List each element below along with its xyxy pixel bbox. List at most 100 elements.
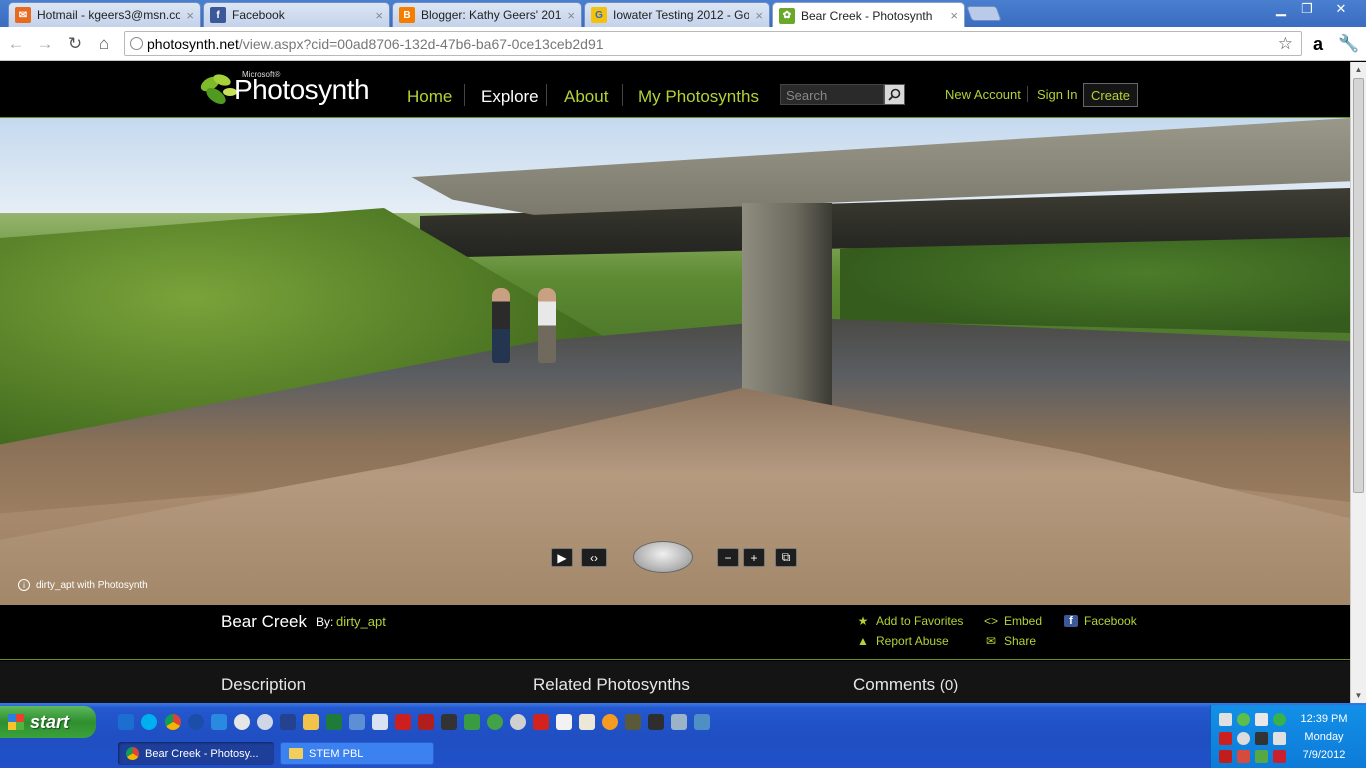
search-button[interactable] (884, 84, 905, 105)
tab-hotmail[interactable]: ✉ Hotmail - kgeers3@msn.com × (8, 2, 201, 27)
media-player-quicklaunch-icon[interactable] (234, 714, 250, 730)
add-to-favorites-link[interactable]: ★ Add to Favorites (856, 614, 964, 628)
page-scrollbar[interactable]: ▲ ▼ (1350, 62, 1366, 703)
start-button[interactable]: start (0, 706, 96, 738)
navigation-disc[interactable] (633, 541, 693, 573)
taskbar-window-stem-pbl[interactable]: STEM PBL (280, 742, 434, 765)
minimize-icon[interactable]: ▁ (1268, 0, 1294, 18)
mcafee-alt-quicklaunch-icon[interactable] (418, 714, 434, 730)
outlook-quicklaunch-icon[interactable] (303, 714, 319, 730)
update-tray-icon[interactable] (1237, 750, 1250, 763)
close-window-icon[interactable]: ✕ (1326, 0, 1356, 18)
new-account-link[interactable]: New Account (945, 87, 1021, 102)
close-tab-icon[interactable]: × (186, 8, 194, 23)
acrobat-quicklaunch-icon[interactable] (533, 714, 549, 730)
reload-icon[interactable]: ↻ (63, 33, 87, 55)
photosynth-icon: ✿ (779, 7, 795, 24)
settings-tray-icon[interactable] (1237, 732, 1250, 745)
tray-app-icon[interactable] (1255, 713, 1268, 726)
screen: ✉ Hotmail - kgeers3@msn.com × f Facebook… (0, 0, 1366, 768)
app7-quicklaunch-icon[interactable] (694, 714, 710, 730)
report-abuse-link[interactable]: ▲ Report Abuse (856, 634, 949, 648)
taskbar-window-photosynth[interactable]: Bear Creek - Photosy... (118, 742, 274, 765)
embed-link[interactable]: <> Embed (984, 614, 1042, 628)
nav-about[interactable]: About (564, 87, 608, 107)
display-tray-icon[interactable] (1255, 732, 1268, 745)
itunes-quicklaunch-icon[interactable] (510, 714, 526, 730)
search-icon (888, 88, 901, 101)
bookmark-star-icon[interactable]: ☆ (1278, 34, 1293, 54)
scroll-down-icon[interactable]: ▼ (1351, 688, 1366, 703)
network-icon[interactable] (1219, 713, 1232, 726)
report-abuse-label: Report Abuse (876, 634, 949, 648)
chrome-quicklaunch-icon[interactable] (165, 714, 181, 730)
restore-icon[interactable]: ❐ (1294, 0, 1320, 18)
app6-quicklaunch-icon[interactable] (671, 714, 687, 730)
messenger-quicklaunch-icon[interactable] (257, 714, 273, 730)
fullscreen-button[interactable]: ⧉ (775, 548, 797, 567)
app5-quicklaunch-icon[interactable] (648, 714, 664, 730)
search-input[interactable]: Search (780, 84, 884, 105)
app-quicklaunch-icon[interactable] (280, 714, 296, 730)
mcafee-quicklaunch-icon[interactable] (395, 714, 411, 730)
nav-my-photosynths[interactable]: My Photosynths (638, 87, 759, 107)
close-tab-icon[interactable]: × (567, 8, 575, 23)
app2-quicklaunch-icon[interactable] (464, 714, 480, 730)
new-tab-button[interactable] (966, 6, 1002, 21)
start-label: start (30, 711, 70, 732)
address-bar[interactable]: photosynth.net/view.aspx?cid=00ad8706-13… (124, 31, 1302, 56)
ie-alt-quicklaunch-icon[interactable] (211, 714, 227, 730)
shield-tray-icon[interactable] (1219, 750, 1232, 763)
games-quicklaunch-icon[interactable] (602, 714, 618, 730)
battery-tray-icon[interactable] (1255, 750, 1268, 763)
publisher-quicklaunch-icon[interactable] (349, 714, 365, 730)
info-icon[interactable]: i (18, 579, 30, 591)
zoom-out-button[interactable]: − (717, 548, 739, 567)
photosynth-viewer[interactable] (0, 118, 1350, 605)
tab-iowater[interactable]: G Iowater Testing 2012 - Googl × (584, 2, 770, 27)
nav-home[interactable]: Home (407, 87, 452, 107)
app4-quicklaunch-icon[interactable] (625, 714, 641, 730)
app3-quicklaunch-icon[interactable] (487, 714, 503, 730)
home-icon[interactable]: ⌂ (92, 33, 116, 55)
wrench-menu-icon[interactable]: 🔧 (1337, 33, 1361, 55)
close-tab-icon[interactable]: × (755, 8, 763, 23)
sign-in-link[interactable]: Sign In (1037, 87, 1077, 102)
embed-view-button[interactable]: ‹› (581, 548, 607, 567)
printer-tray-icon[interactable] (1273, 732, 1286, 745)
back-icon[interactable]: ← (4, 33, 28, 55)
forward-icon[interactable]: → (33, 33, 57, 55)
viewer-person (492, 288, 510, 363)
share-link[interactable]: ✉ Share (984, 634, 1036, 648)
clock-time[interactable]: 12:39 PM (1292, 713, 1356, 725)
browser-toolbar: ← → ↻ ⌂ photosynth.net/view.aspx?cid=00a… (0, 27, 1366, 61)
ie-quicklaunch-icon[interactable] (118, 714, 134, 730)
create-button[interactable]: Create (1083, 83, 1138, 107)
synth-author-link[interactable]: dirty_apt (336, 614, 386, 629)
excel-quicklaunch-icon[interactable] (326, 714, 342, 730)
skype-quicklaunch-icon[interactable] (141, 714, 157, 730)
amazon-extension-icon[interactable]: a (1306, 33, 1330, 55)
firefox-quicklaunch-icon[interactable] (188, 714, 204, 730)
pdf-quicklaunch-icon[interactable] (556, 714, 572, 730)
nav-explore[interactable]: Explore (481, 87, 539, 107)
close-tab-icon[interactable]: × (375, 8, 383, 23)
mcafee-tray-icon[interactable] (1219, 732, 1232, 745)
photosynth-logo[interactable]: Microsoft® Photosynth (196, 66, 376, 112)
scroll-up-icon[interactable]: ▲ (1351, 62, 1366, 77)
volume-tray-icon[interactable] (1273, 750, 1286, 763)
writer-quicklaunch-icon[interactable] (372, 714, 388, 730)
scrollbar-thumb[interactable] (1353, 78, 1364, 493)
account-divider (1027, 86, 1028, 102)
tab-blogger[interactable]: B Blogger: Kathy Geers' 2012 E × (392, 2, 582, 27)
camera-quicklaunch-icon[interactable] (441, 714, 457, 730)
document-quicklaunch-icon[interactable] (579, 714, 595, 730)
tab-facebook[interactable]: f Facebook × (203, 2, 390, 27)
close-tab-icon[interactable]: × (950, 8, 958, 23)
tab-photosynth[interactable]: ✿ Bear Creek - Photosynth × (772, 2, 965, 28)
play-button[interactable]: ▶ (551, 548, 573, 567)
facebook-share-link[interactable]: f Facebook (1064, 614, 1137, 628)
security-icon[interactable] (1273, 713, 1286, 726)
wireless-icon[interactable] (1237, 713, 1250, 726)
zoom-in-button[interactable]: + (743, 548, 765, 567)
